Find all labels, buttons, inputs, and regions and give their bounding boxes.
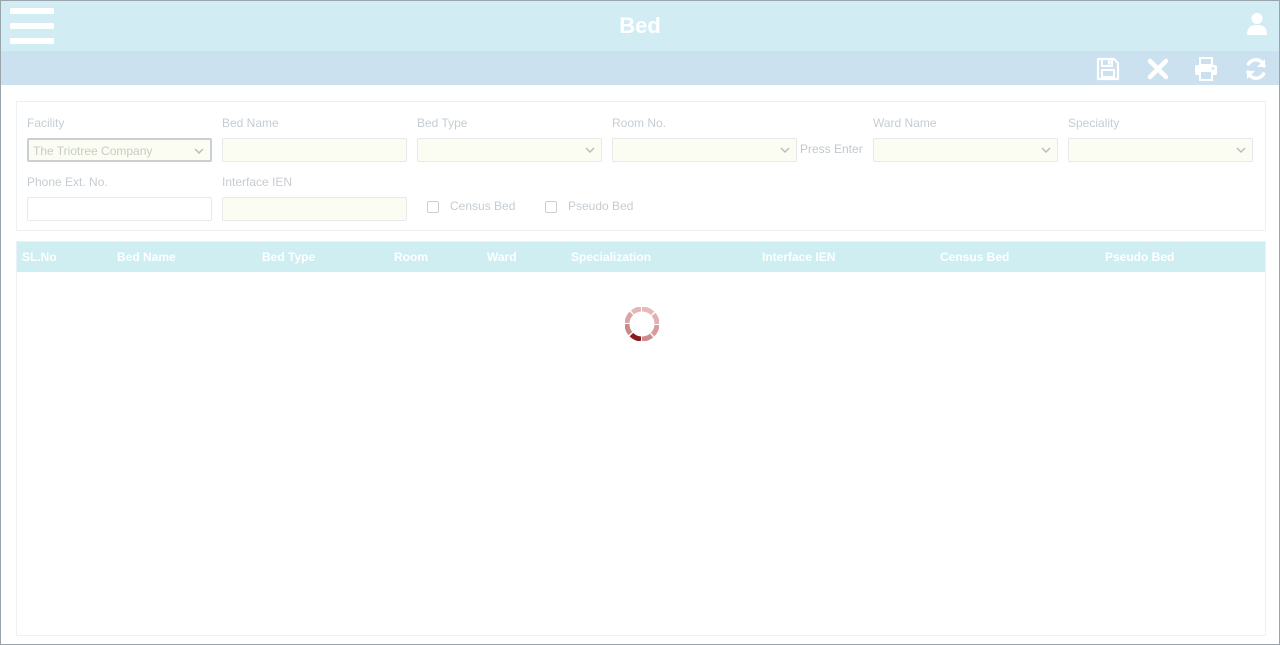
interface-ien-label: Interface IEN: [222, 175, 293, 189]
column-header-pseudo-bed[interactable]: Pseudo Bed: [1105, 250, 1174, 264]
close-icon[interactable]: [1145, 56, 1171, 82]
column-header-bed-type[interactable]: Bed Type: [262, 250, 315, 264]
phone-ext-input[interactable]: [27, 197, 212, 221]
census-bed-label: Census Bed: [450, 199, 516, 213]
ward-name-label: Ward Name: [873, 116, 937, 130]
page-title: Bed: [619, 13, 661, 38]
bed-form: Facility The Triotree Company Bed Name B…: [16, 101, 1266, 231]
interface-ien-input[interactable]: [222, 197, 407, 221]
column-header-specialization[interactable]: Specialization: [571, 250, 651, 264]
column-header-census-bed[interactable]: Census Bed: [940, 250, 1009, 264]
print-icon[interactable]: [1193, 56, 1219, 82]
chevron-down-icon: [585, 147, 595, 153]
facility-label: Facility: [27, 116, 65, 130]
ward-name-select[interactable]: [873, 138, 1058, 162]
loading-spinner-icon: [625, 307, 659, 341]
app-header: Bed: [1, 1, 1279, 51]
user-icon[interactable]: [1246, 12, 1268, 36]
bed-name-label: Bed Name: [222, 116, 279, 130]
facility-select[interactable]: The Triotree Company: [27, 138, 212, 162]
chevron-down-icon: [780, 147, 790, 153]
refresh-icon[interactable]: [1243, 56, 1269, 82]
census-bed-checkbox[interactable]: [427, 201, 439, 213]
speciality-label: Speciality: [1068, 116, 1120, 130]
column-header-room[interactable]: Room: [394, 250, 428, 264]
column-header-ward[interactable]: Ward: [487, 250, 517, 264]
pseudo-bed-label: Pseudo Bed: [568, 199, 634, 213]
bed-name-input[interactable]: [222, 138, 407, 162]
save-icon[interactable]: [1095, 56, 1121, 82]
column-header-bed-name[interactable]: Bed Name: [117, 250, 176, 264]
phone-ext-label: Phone Ext. No.: [27, 175, 108, 189]
chevron-down-icon: [194, 148, 204, 154]
bed-type-select[interactable]: [417, 138, 602, 162]
room-no-label: Room No.: [612, 116, 667, 130]
grid-header: SL.No Bed Name Bed Type Room Ward Specia…: [17, 242, 1265, 272]
pseudo-bed-checkbox[interactable]: [545, 201, 557, 213]
press-enter-hint: Press Enter: [800, 142, 863, 156]
column-header-interface-ien[interactable]: Interface IEN: [762, 250, 835, 264]
facility-value: The Triotree Company: [33, 144, 153, 158]
column-header-sl-no[interactable]: SL.No: [22, 250, 57, 264]
chevron-down-icon: [1236, 147, 1246, 153]
bed-grid: SL.No Bed Name Bed Type Room Ward Specia…: [16, 241, 1266, 636]
chevron-down-icon: [1041, 147, 1051, 153]
toolbar: [1, 51, 1279, 85]
speciality-select[interactable]: [1068, 138, 1253, 162]
room-no-select[interactable]: [612, 138, 797, 162]
bed-type-label: Bed Type: [417, 116, 468, 130]
